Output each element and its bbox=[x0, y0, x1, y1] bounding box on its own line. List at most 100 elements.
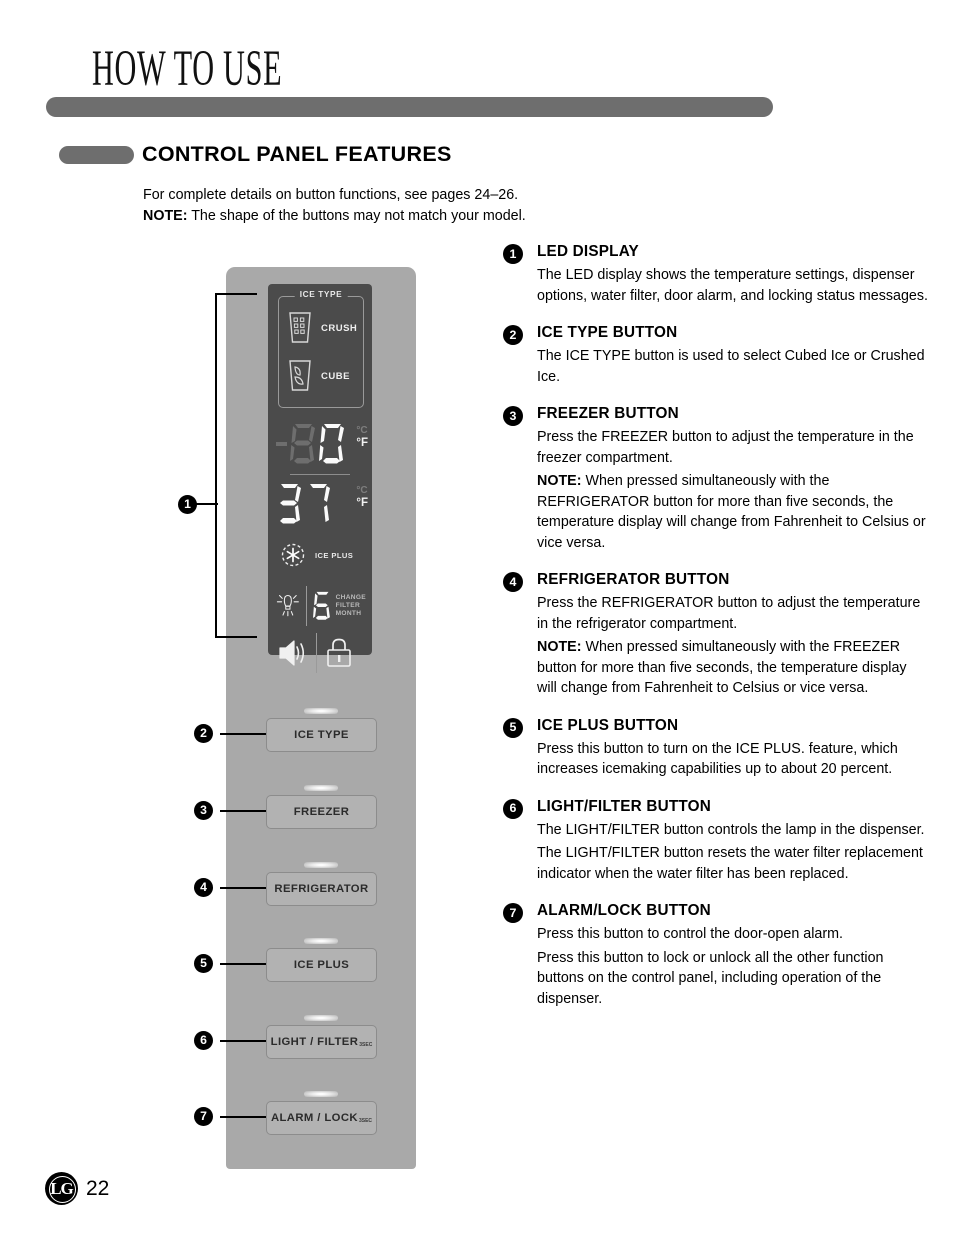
button-light-filter[interactable]: LIGHT / FILTER 3SEC bbox=[266, 1025, 377, 1059]
button-freezer-label: FREEZER bbox=[293, 806, 350, 818]
callout-3-leader bbox=[220, 810, 266, 812]
led-display-graphic: ICE TYPE CRUSH CUBE °C °F °C °F ICE PLUS… bbox=[268, 284, 372, 673]
button-led-freezer bbox=[304, 785, 338, 791]
ice-type-group: ICE TYPE CRUSH CUBE bbox=[278, 289, 364, 408]
callout-marker-7: 7 bbox=[194, 1107, 213, 1126]
button-refrigerator[interactable]: REFRIGERATOR bbox=[266, 872, 377, 906]
change-filter-indicator: CHANGE FILTER MONTH bbox=[312, 589, 366, 623]
fridge-temp-digits bbox=[276, 482, 332, 526]
feature-title-2: ICE TYPE BUTTON bbox=[537, 324, 678, 341]
feature-title-7: ALARM/LOCK BUTTON bbox=[537, 902, 711, 919]
button-ice-plus[interactable]: ICE PLUS bbox=[266, 948, 377, 982]
feature-description-4: 4 REFRIGERATOR BUTTON Press the REFRIGER… bbox=[503, 571, 928, 699]
freezer-temp-digits bbox=[276, 422, 346, 466]
feature-para-6-1: The LIGHT/FILTER button controls the lam… bbox=[537, 821, 925, 838]
change-filter-text: CHANGE FILTER MONTH bbox=[336, 594, 366, 619]
button-light-filter-sublabel: 3SEC bbox=[359, 1042, 373, 1048]
button-ice-type[interactable]: ICE TYPE bbox=[266, 718, 377, 752]
ice-option-cube-label: CUBE bbox=[321, 370, 350, 382]
button-led-alarm-lock bbox=[304, 1091, 338, 1097]
celsius-unit-label: °C bbox=[356, 425, 368, 436]
button-ice-type-label: ICE TYPE bbox=[294, 729, 349, 741]
page-title: HOW TO USE bbox=[92, 41, 283, 98]
feature-para-3-1: Press the FREEZER button to adjust the t… bbox=[537, 429, 914, 466]
button-led-ice-type bbox=[304, 708, 338, 714]
callout-1-bracket-spine bbox=[215, 293, 217, 638]
feature-para-6-2: The LIGHT/FILTER button resets the water… bbox=[537, 845, 923, 882]
callout-2-leader bbox=[220, 733, 266, 735]
feature-para-7-2: Press this button to lock or unlock all … bbox=[537, 949, 884, 1007]
feature-title-6: LIGHT/FILTER BUTTON bbox=[537, 797, 712, 815]
lg-logo-text: LG bbox=[50, 1178, 74, 1198]
seven-segment-digit-6 bbox=[312, 591, 330, 620]
indicator-divider-2 bbox=[316, 633, 318, 673]
note-text: The shape of the buttons may not match y… bbox=[187, 208, 526, 224]
feature-title-5: ICE PLUS BUTTON bbox=[537, 716, 679, 734]
indicator-divider bbox=[305, 586, 307, 626]
button-alarm-lock-label: ALARM / LOCK bbox=[270, 1112, 358, 1124]
padlock-icon bbox=[327, 638, 352, 667]
feature-para-7-1: Press this button to control the door-op… bbox=[537, 926, 843, 942]
seven-segment-digit-7 bbox=[310, 484, 330, 522]
feature-description-2: 2 ICE TYPE BUTTON The ICE TYPE button is… bbox=[503, 324, 928, 387]
speaker-alarm-icon bbox=[279, 640, 305, 666]
feature-bullet-1: 1 bbox=[503, 244, 523, 264]
freezer-temp-units: °C °F bbox=[356, 425, 368, 449]
crushed-ice-glass-icon bbox=[289, 312, 311, 343]
feature-title-4: REFRIGERATOR BUTTON bbox=[537, 571, 730, 588]
snowflake-ice-plus-icon bbox=[281, 543, 305, 567]
callout-marker-6: 6 bbox=[194, 1031, 213, 1050]
fahrenheit-unit-label-2: °F bbox=[356, 496, 368, 509]
feature-description-list: 1 LED DISPLAY The LED display shows the … bbox=[503, 243, 928, 1027]
feature-bullet-5: 5 bbox=[503, 717, 523, 738]
feature-bullet-2: 2 bbox=[503, 325, 523, 345]
filter-line-2: FILTER bbox=[335, 601, 361, 609]
callout-7-leader bbox=[220, 1116, 266, 1118]
fridge-temp-units: °C °F bbox=[356, 485, 368, 509]
feature-bullet-7: 7 bbox=[503, 903, 523, 923]
ice-option-crush: CRUSH bbox=[287, 311, 357, 345]
lamp-and-filter-indicator: CHANGE FILTER MONTH bbox=[276, 580, 366, 632]
callout-marker-3: 3 bbox=[194, 801, 213, 820]
button-freezer[interactable]: FREEZER bbox=[266, 795, 377, 829]
feature-title-1: LED DISPLAY bbox=[537, 243, 639, 260]
intro-line-1: For complete details on button functions… bbox=[143, 187, 519, 203]
seven-segment-digit-0 bbox=[319, 424, 344, 464]
page-number: 22 bbox=[86, 1177, 110, 1200]
callout-6-leader bbox=[220, 1040, 266, 1042]
callout-5-leader bbox=[220, 963, 266, 965]
button-alarm-lock[interactable]: ALARM / LOCK 3SEC bbox=[266, 1101, 377, 1135]
celsius-unit-label-2: °C bbox=[356, 485, 368, 496]
feature-description-6: 6 LIGHT/FILTER BUTTON The LIGHT/FILTER b… bbox=[503, 798, 928, 885]
button-light-filter-label: LIGHT / FILTER bbox=[270, 1036, 359, 1048]
ice-plus-label: ICE PLUS bbox=[315, 550, 354, 560]
refrigerator-temperature-readout: °C °F bbox=[268, 480, 372, 536]
filter-line-3: MONTH bbox=[335, 610, 362, 618]
freezer-temperature-readout: °C °F bbox=[268, 420, 372, 476]
minus-sign-segment bbox=[276, 441, 287, 447]
button-led-refrigerator bbox=[304, 862, 338, 868]
callout-1-bracket-bottom bbox=[215, 636, 257, 638]
button-refrigerator-label: REFRIGERATOR bbox=[274, 883, 369, 895]
note-label: NOTE: bbox=[143, 208, 188, 224]
callout-marker-4: 4 bbox=[194, 878, 213, 897]
button-led-ice-plus bbox=[304, 938, 338, 944]
section-marker-pill bbox=[59, 146, 134, 164]
callout-marker-5: 5 bbox=[194, 954, 213, 973]
feature-para-5-1: Press this button to turn on the ICE PLU… bbox=[537, 740, 898, 778]
feature-para-2-1: The ICE TYPE button is used to select Cu… bbox=[537, 348, 925, 385]
seven-segment-dim-digit bbox=[290, 424, 315, 464]
intro-text: For complete details on button functions… bbox=[143, 185, 563, 227]
feature-bullet-3: 3 bbox=[503, 406, 523, 426]
feature-description-5: 5 ICE PLUS BUTTON Press this button to t… bbox=[503, 717, 928, 780]
feature-para-1-1: The LED display shows the temperature se… bbox=[537, 267, 928, 304]
feature-description-1: 1 LED DISPLAY The LED display shows the … bbox=[503, 243, 928, 306]
alarm-and-lock-indicator bbox=[276, 632, 366, 674]
callout-4-leader bbox=[220, 887, 266, 889]
ice-plus-indicator: ICE PLUS bbox=[280, 542, 353, 568]
feature-note-label-3: NOTE: bbox=[537, 473, 582, 489]
feature-bullet-6: 6 bbox=[503, 798, 523, 819]
feature-para-4-2: NOTE: When pressed simultaneously with t… bbox=[537, 637, 928, 699]
button-ice-plus-label: ICE PLUS bbox=[293, 959, 350, 971]
callout-1-leader bbox=[196, 503, 218, 505]
